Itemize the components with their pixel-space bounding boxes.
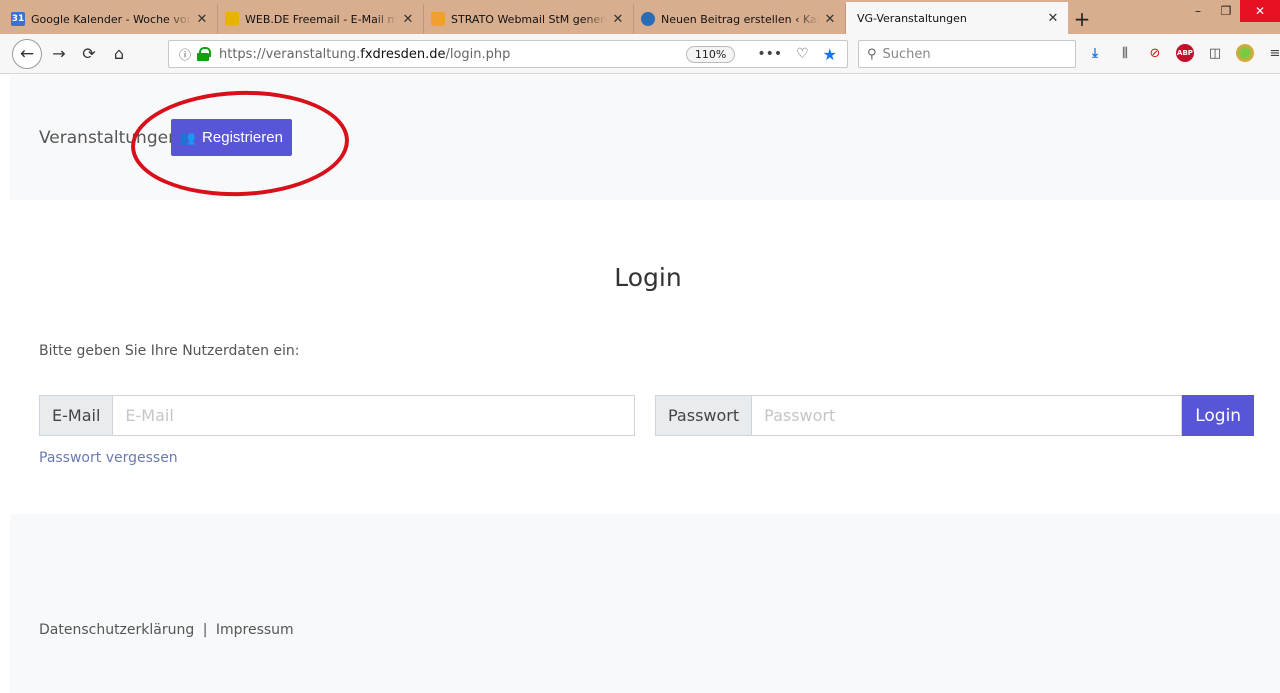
browser-tab-active[interactable]: VG-Veranstaltungen ✕ <box>846 2 1068 34</box>
email-input-group: E-Mail <box>39 395 636 436</box>
browser-tab-wordpress[interactable]: Neuen Beitrag erstellen ‹ Katho ✕ <box>634 4 846 34</box>
close-tab-icon[interactable]: ✕ <box>195 12 209 27</box>
url-text: https://veranstaltung.fxdresden.de/login… <box>219 46 511 62</box>
site-navbar: Veranstaltungen 👥 Registrieren <box>10 75 1280 200</box>
search-placeholder: Suchen <box>882 46 931 62</box>
page-title: Login <box>614 263 682 292</box>
privacy-link[interactable]: Datenschutzerklärung <box>39 622 194 638</box>
lock-icon <box>197 47 211 61</box>
address-bar[interactable]: ⓘ https://veranstaltung.fxdresden.de/log… <box>168 40 848 68</box>
menu-icon[interactable]: ≡ <box>1266 44 1280 62</box>
sidebar-icon[interactable]: ◫ <box>1206 44 1224 62</box>
site-footer: Datenschutzerklärung | Impressum <box>10 514 1280 693</box>
close-tab-icon[interactable]: ✕ <box>611 12 625 27</box>
window-controls: – ❐ ✕ <box>1184 0 1280 24</box>
footer-separator: | <box>202 622 208 638</box>
adblock-icon[interactable]: ABP <box>1176 44 1194 62</box>
mail-icon <box>431 12 445 26</box>
tab-title: VG-Veranstaltungen <box>857 11 967 25</box>
close-tab-icon[interactable]: ✕ <box>823 12 837 27</box>
close-tab-icon[interactable]: ✕ <box>1046 11 1060 26</box>
register-label: Registrieren <box>202 129 283 146</box>
calendar-icon: 31 <box>11 12 25 26</box>
browser-tab-webde[interactable]: WEB.DE Freemail - E-Mail mad ✕ <box>218 4 424 34</box>
forgot-password-link[interactable]: Passwort vergessen <box>39 450 178 466</box>
tab-title: Neuen Beitrag erstellen ‹ Katho <box>661 12 819 26</box>
password-field[interactable] <box>752 395 1183 436</box>
reload-icon[interactable]: ⟳ <box>76 41 102 67</box>
browser-tab-strato[interactable]: STRATO Webmail StM generell ✕ <box>424 4 634 34</box>
zoom-indicator[interactable]: 110% <box>685 45 736 63</box>
extension-icon[interactable]: ⊘ <box>1146 44 1164 62</box>
login-button[interactable]: Login <box>1182 395 1255 436</box>
imprint-link[interactable]: Impressum <box>216 622 294 638</box>
home-icon[interactable]: ⌂ <box>106 41 132 67</box>
tab-title: Google Kalender - Woche vom <box>31 12 191 26</box>
tab-title: STRATO Webmail StM generell <box>451 12 607 26</box>
close-window-icon[interactable]: ✕ <box>1240 0 1280 22</box>
library-icon[interactable]: ⫼ <box>1116 44 1134 62</box>
new-tab-button[interactable]: + <box>1068 4 1096 34</box>
webde-icon <box>225 12 239 26</box>
register-button[interactable]: 👥 Registrieren <box>170 119 292 156</box>
password-label: Passwort <box>655 395 753 436</box>
browser-toolbar-icons: ⤓ ⫼ ⊘ ABP ◫ ≡ <box>1086 44 1280 62</box>
browser-tab-bar: 31 Google Kalender - Woche vom ✕ WEB.DE … <box>0 0 1280 34</box>
restore-icon[interactable]: ❐ <box>1212 0 1240 22</box>
back-button[interactable]: ← <box>12 38 42 69</box>
pocket-icon[interactable]: ♡ <box>796 46 809 62</box>
browser-tab-google-calendar[interactable]: 31 Google Kalender - Woche vom ✕ <box>4 4 218 34</box>
info-icon[interactable]: ⓘ <box>173 46 197 63</box>
wordpress-icon <box>641 12 655 26</box>
minimize-icon[interactable]: – <box>1184 0 1212 22</box>
page-actions-icon[interactable]: ••• <box>757 46 782 62</box>
web-page: Veranstaltungen 👥 Registrieren Login Bit… <box>0 75 1280 693</box>
browser-nav-bar: ← → ⟳ ⌂ ⓘ https://veranstaltung.fxdresde… <box>0 34 1280 74</box>
forward-button[interactable]: → <box>46 41 72 67</box>
login-hint: Bitte geben Sie Ihre Nutzerdaten ein: <box>39 343 300 359</box>
add-user-icon: 👥 <box>179 129 197 145</box>
email-field[interactable] <box>113 395 636 436</box>
extension-globe-icon[interactable] <box>1236 44 1254 62</box>
tab-title: WEB.DE Freemail - E-Mail mad <box>245 12 397 26</box>
search-icon: ⚲ <box>867 46 877 62</box>
download-icon[interactable]: ⤓ <box>1086 44 1104 62</box>
bookmark-star-icon[interactable]: ★ <box>823 45 837 64</box>
site-brand[interactable]: Veranstaltungen <box>39 128 179 148</box>
email-label: E-Mail <box>39 395 114 436</box>
password-input-group: Passwort Login <box>655 395 1255 436</box>
close-tab-icon[interactable]: ✕ <box>401 12 415 27</box>
search-bar[interactable]: ⚲ Suchen <box>858 40 1076 68</box>
